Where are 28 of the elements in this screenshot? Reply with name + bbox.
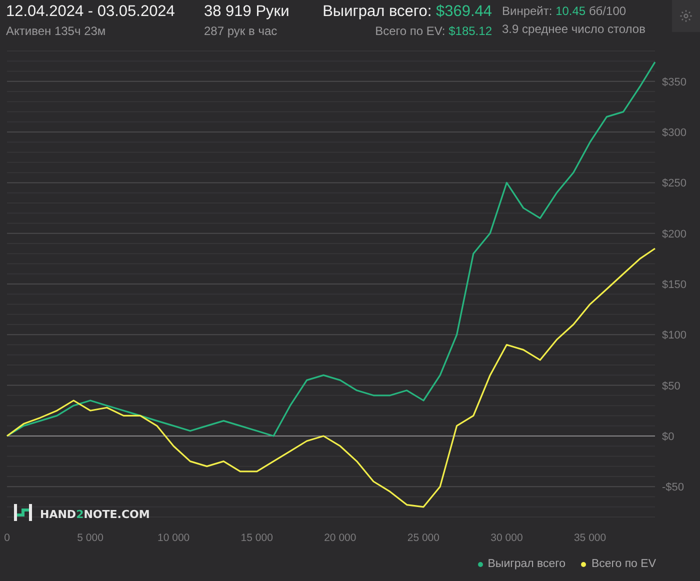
y-axis-label: -$50 [662, 482, 684, 494]
y-axis-label: $150 [662, 279, 686, 291]
hands-per-hour: 287 рук в час [204, 23, 278, 40]
y-axis-label: $50 [662, 380, 680, 392]
logo-text: HAND2NOTE.COM [40, 508, 150, 521]
y-axis-label: $100 [662, 330, 686, 342]
y-axis-label: $200 [662, 228, 686, 240]
y-axis-label: $350 [662, 76, 686, 88]
winrate: Винрейт: 10.45 бб/100 [502, 3, 626, 20]
y-axis-label: $0 [662, 430, 674, 443]
x-axis-label: 15 000 [240, 532, 273, 544]
legend-item[interactable]: Всего по EV [581, 558, 656, 570]
x-axis-label: 20 000 [324, 532, 356, 544]
x-axis-label: 10 000 [158, 532, 190, 544]
total-won: Выиграл всего: $369.44 [322, 2, 492, 22]
x-axis-label: 0 [4, 532, 10, 544]
date-range: 12.04.2024 - 03.05.2024 [6, 2, 175, 22]
x-axis-label: 5 000 [77, 532, 104, 544]
y-axis-label: $300 [662, 127, 686, 140]
hands-count: 38 919 Руки [204, 2, 290, 22]
x-axis-label: 25 000 [407, 532, 440, 544]
average-tables: 3.9 среднее число столов [502, 20, 646, 38]
ev-total: Всего по EV: $185.12 [375, 23, 492, 40]
active-time: Активен 135ч 23м [6, 23, 106, 40]
x-axis-label: 30 000 [490, 532, 523, 544]
y-axis-label: $250 [662, 178, 686, 190]
x-axis-label: 35 000 [574, 532, 606, 544]
legend-item[interactable]: Выиграл всего [478, 558, 566, 570]
